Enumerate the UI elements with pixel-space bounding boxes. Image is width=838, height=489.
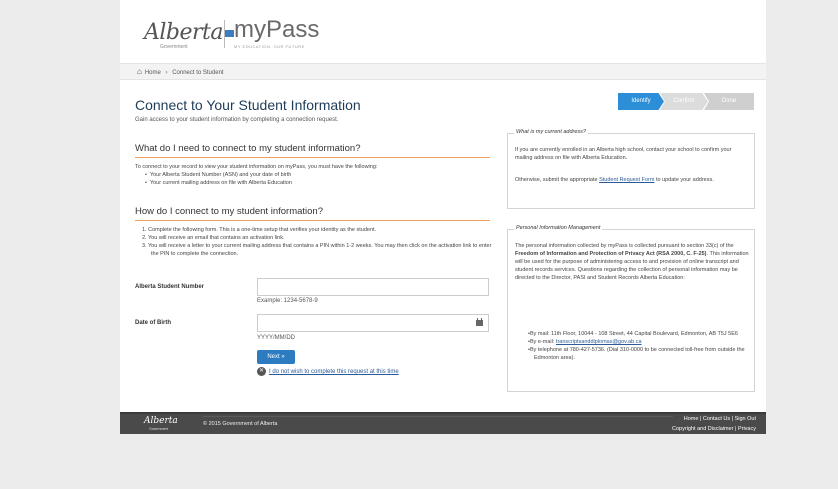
list-item: 2. You will receive an email that contai…: [142, 235, 285, 241]
footer-copyright: © 2015 Government of Alberta: [203, 421, 278, 427]
list-item: Your Alberta Student Number (ASN) and yo…: [150, 171, 292, 179]
cancel-icon[interactable]: ✕: [257, 367, 266, 376]
breadcrumb-current: Connect to Student: [172, 70, 224, 76]
privacy-text-a: The personal information collected by my…: [515, 243, 734, 249]
page-subtitle: Gain access to your student information …: [135, 117, 339, 123]
section-what-intro: To connect to your record to view your s…: [135, 164, 378, 170]
alberta-logo-text: Alberta: [144, 20, 224, 45]
site-header: Alberta Government myPass MY EDUCATION, …: [120, 0, 766, 62]
cancel-link-text[interactable]: I do not wish to complete this request a…: [269, 369, 399, 375]
list-item: By mail: 11th Floor, 10044 - 108 Street,…: [528, 330, 748, 338]
section-how-heading: How do I connect to my student informati…: [135, 206, 323, 217]
privacy-info-box: Personal Information Management The pers…: [507, 225, 755, 392]
asn-label: Alberta Student Number: [135, 284, 205, 290]
step-identify: Identify: [618, 93, 664, 110]
address-box-text-2-prefix: Otherwise, submit the appropriate: [515, 177, 600, 183]
progress-steps: Identify Confirm Done: [618, 93, 754, 110]
list-item: By telephone at 780-427-5736. (Dial 310-…: [528, 346, 748, 362]
email-label: By e-mail:: [529, 339, 556, 345]
list-item: By e-mail: transcriptsanddiplomas@gov.ab…: [528, 338, 748, 346]
privacy-box-legend: Personal Information Management: [514, 225, 603, 231]
alberta-logo[interactable]: Alberta: [144, 20, 234, 45]
footer-nav-links[interactable]: Home | Contact Us | Sign Out: [684, 416, 756, 422]
next-button[interactable]: Next »: [257, 350, 295, 364]
dob-label: Date of Birth: [135, 320, 171, 326]
step-done: Done: [704, 93, 754, 110]
logo-divider: [224, 20, 225, 48]
asn-hint: Example: 1234-5678-9: [257, 298, 318, 304]
footer-alberta-logo[interactable]: Alberta: [144, 416, 178, 426]
cancel-link[interactable]: ✕ I do not wish to complete this request …: [257, 367, 399, 376]
breadcrumb-home[interactable]: Home: [145, 70, 161, 76]
footer-government-label: Government: [149, 427, 169, 431]
address-box-text: If you are currently enrolled in an Albe…: [515, 147, 732, 161]
section-how-rule: [135, 220, 490, 221]
address-box-text-2: Otherwise, submit the appropriate Studen…: [515, 176, 749, 184]
student-request-form-link[interactable]: Student Request Form: [599, 177, 654, 183]
section-what-heading: What do I need to connect to my student …: [135, 143, 361, 154]
section-what-rule: [135, 157, 490, 158]
privacy-act-name: Freedom of Information and Protection of…: [515, 251, 707, 257]
dob-hint: YYYY/MM/DD: [257, 335, 296, 341]
address-info-box: What is my current address? If you are c…: [507, 129, 755, 209]
list-item: Your current mailing address on file wit…: [150, 179, 292, 187]
mypass-logo[interactable]: myPass: [234, 16, 319, 44]
address-box-text-2-suffix: to update your address.: [654, 177, 714, 183]
address-box-legend: What is my current address?: [514, 129, 588, 135]
footer-legal-links[interactable]: Copyright and Disclaimer | Privacy: [672, 426, 756, 432]
requirements-list: Your Alberta Student Number (ASN) and yo…: [150, 171, 292, 187]
dob-input[interactable]: [257, 314, 489, 332]
alberta-flag-icon: [225, 29, 234, 37]
footer-divider: [203, 416, 673, 417]
breadcrumb: ⌂ Home › Connect to Student: [120, 63, 766, 80]
list-item: 1. Complete the following form. This is …: [142, 227, 377, 233]
contact-methods-list: By mail: 11th Floor, 10044 - 108 Street,…: [528, 330, 748, 362]
site-footer: Alberta Government © 2015 Government of …: [120, 412, 766, 434]
breadcrumb-separator: ›: [165, 70, 168, 76]
privacy-box-text: The personal information collected by my…: [515, 242, 749, 282]
step-confirm: Confirm: [660, 93, 708, 110]
asn-input[interactable]: [257, 278, 489, 296]
home-icon[interactable]: ⌂: [137, 67, 142, 76]
page-container: Alberta Government myPass MY EDUCATION, …: [120, 0, 766, 434]
government-label: Government: [160, 44, 188, 50]
email-link[interactable]: transcriptsanddiplomas@gov.ab.ca: [556, 339, 642, 345]
page-title: Connect to Your Student Information: [135, 97, 361, 113]
calendar-icon[interactable]: [476, 318, 483, 326]
mypass-tagline: MY EDUCATION, OUR FUTURE: [234, 44, 305, 49]
steps-list: 1. Complete the following form. This is …: [142, 226, 492, 258]
footer-stripe: [120, 412, 766, 414]
list-item: 3. You will receive a letter to your cur…: [142, 243, 492, 257]
